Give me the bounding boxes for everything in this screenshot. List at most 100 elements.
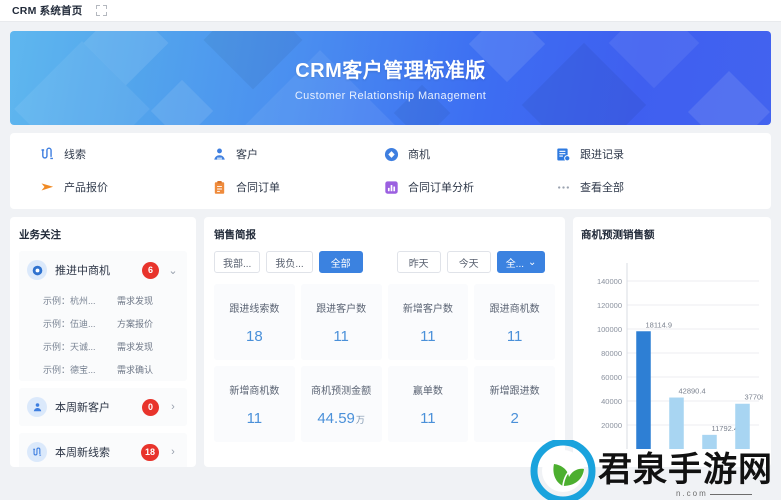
- stat-card-new-opportunities[interactable]: 新增商机数 11: [214, 366, 295, 442]
- nav-item-customer[interactable]: 客户: [188, 146, 360, 162]
- focus-group-name: 本周新线索: [55, 447, 110, 459]
- chevron-down-icon[interactable]: ⌄: [167, 264, 179, 277]
- list-item[interactable]: 示例：天诚... 需求发现: [27, 335, 179, 358]
- stat-card-value-wrap: 44.59万: [317, 410, 365, 427]
- stat-card-value: 11: [333, 327, 349, 345]
- stat-card-value: 11: [420, 409, 436, 427]
- stat-card-new-customers[interactable]: 新增客户数 11: [387, 284, 469, 360]
- forecast-chart-panel: 商机预测销售额 20000 40000 60000 80000 100000 120000…: [573, 217, 771, 467]
- list-item-name: 示例：杭州...: [43, 296, 96, 306]
- banner-container: CRM客户管理标准版 Customer Relationship Managem…: [0, 22, 781, 125]
- forecast-chart-title: 商机预测销售额: [581, 229, 655, 241]
- stat-card-label: 新增跟进数: [489, 385, 540, 397]
- crm-home-page: CRM 系统首页 CRM客户管理标准版 Customer Relationshi…: [0, 0, 781, 500]
- focus-group-header[interactable]: 推进中商机 6 ⌄: [19, 251, 187, 289]
- nav-item-opportunity[interactable]: 商机: [360, 146, 532, 162]
- nav-item-label: 合同订单: [236, 182, 280, 194]
- page-title: CRM 系统首页: [12, 5, 83, 17]
- stat-card-label: 跟进线索数: [229, 303, 280, 315]
- chart-bar[interactable]: [636, 331, 651, 449]
- opportunity-icon: [384, 147, 399, 162]
- stat-card-forecast-amount[interactable]: 商机预测金额 44.59万: [300, 366, 382, 442]
- focus-group-header[interactable]: 本周新客户 0 ›: [19, 388, 187, 426]
- nav-item-contract-order[interactable]: 合同订单: [188, 179, 360, 195]
- business-focus-panel: 业务关注 推进中商机 6 ⌄ 示例：杭州... 需求发现 示例：伍迪... 方案…: [10, 217, 196, 467]
- business-focus-title: 业务关注: [19, 229, 61, 241]
- y-axis-tick-label: 100000: [597, 325, 622, 334]
- stat-card-value: 18: [246, 327, 263, 345]
- nav-item-product-quote[interactable]: 产品报价: [16, 179, 188, 195]
- clue-round-icon: [27, 442, 47, 462]
- more-icon: [556, 180, 571, 195]
- stat-card-label: 新增客户数: [402, 303, 453, 315]
- stat-card-value: 2: [510, 409, 519, 427]
- y-axis-tick-label: 140000: [597, 277, 622, 286]
- focus-sub-list: 示例：杭州... 需求发现 示例：伍迪... 方案报价 示例：天诚... 需求发…: [19, 289, 187, 381]
- list-item[interactable]: 示例：伍迪... 方案报价: [27, 312, 179, 335]
- chart-bar-label: 11792.4: [712, 424, 739, 433]
- hero-banner: CRM客户管理标准版 Customer Relationship Managem…: [10, 31, 771, 125]
- focus-group-new-customers: 本周新客户 0 ›: [19, 388, 187, 426]
- top-bar: CRM 系统首页: [0, 0, 781, 22]
- y-axis-tick-label: 40000: [601, 397, 622, 406]
- chevron-down-icon: ⌄: [528, 256, 537, 268]
- stat-card-followup-customers[interactable]: 跟进客户数 11: [300, 284, 382, 360]
- chart-bar[interactable]: [669, 397, 684, 449]
- clue-icon: [40, 147, 55, 162]
- list-item-name: 示例：天诚...: [43, 342, 96, 352]
- filter-all-button[interactable]: 全部: [318, 251, 363, 273]
- contract-icon: [212, 180, 227, 195]
- stat-card-unit: 万: [355, 414, 365, 425]
- forecast-bar-chart: 20000 40000 60000 80000 100000 120000 140000 18…: [581, 251, 763, 467]
- contract-analysis-icon: [384, 180, 399, 195]
- nav-item-label: 商机: [408, 149, 430, 161]
- y-axis-tick-label: 80000: [601, 349, 622, 358]
- decor-diamond: [150, 79, 214, 125]
- chart-bar[interactable]: [702, 434, 717, 449]
- stat-card-label: 新增商机数: [229, 385, 280, 397]
- list-item-stage: 需求发现: [117, 296, 154, 306]
- nav-item-label: 客户: [236, 149, 258, 161]
- list-item-stage: 需求确认: [117, 365, 154, 375]
- filter-my-owned-button[interactable]: 我负...: [266, 251, 313, 273]
- stat-card-followup-clues[interactable]: 跟进线索数 18: [214, 284, 295, 360]
- nav-item-view-all[interactable]: 查看全部: [532, 179, 704, 195]
- stat-card-won-orders[interactable]: 赢单数 11: [387, 366, 469, 442]
- list-item-name: 示例：德宝...: [43, 365, 96, 375]
- sales-brief-panel: 销售简报 我部... 我负... 全部 昨天 今天 全... ⌄ 跟进线索数 1…: [204, 217, 565, 467]
- stat-card-followup-opportunities[interactable]: 跟进商机数 11: [474, 284, 555, 360]
- stat-card-label: 商机预测金额: [311, 385, 372, 397]
- y-axis-tick-label: 60000: [601, 373, 622, 382]
- status-badge: 18: [140, 443, 159, 461]
- filter-yesterday-button[interactable]: 昨天: [396, 251, 441, 273]
- chart-bar[interactable]: [735, 403, 750, 449]
- nav-item-contract-analysis[interactable]: 合同订单分析: [360, 179, 532, 195]
- quick-nav-card: 线索 客户 商机 跟进记录 产品报价 合同订单 合同订单分析 查看全部: [10, 133, 771, 209]
- list-item[interactable]: 示例：德宝... 需求确认: [27, 358, 179, 381]
- list-item-name: 示例：伍迪...: [43, 319, 96, 329]
- filter-my-dept-button[interactable]: 我部...: [214, 251, 261, 273]
- chevron-right-icon[interactable]: ›: [167, 446, 179, 458]
- decor-diamond: [687, 70, 771, 125]
- nav-item-followup-record[interactable]: 跟进记录: [532, 146, 704, 162]
- chart-bar-label: 42890.4: [679, 387, 706, 396]
- focus-group-name: 本周新客户: [55, 402, 110, 414]
- chevron-right-icon[interactable]: ›: [167, 401, 179, 413]
- list-item[interactable]: 示例：杭州... 需求发现: [27, 289, 179, 312]
- focus-group-header[interactable]: 本周新线索 18 ›: [19, 433, 187, 467]
- stat-card-label: 跟进客户数: [316, 303, 367, 315]
- dashboard-panels: 业务关注 推进中商机 6 ⌄ 示例：杭州... 需求发现 示例：伍迪... 方案…: [0, 209, 781, 467]
- nav-item-label: 跟进记录: [580, 149, 624, 161]
- stat-card-label: 赢单数: [412, 385, 443, 397]
- chart-canvas: 20000 40000 60000 80000 100000 120000 140000 18…: [597, 263, 763, 449]
- filter-today-button[interactable]: 今天: [446, 251, 491, 273]
- stat-card-value: 11: [506, 327, 523, 345]
- status-badge: 0: [142, 398, 159, 416]
- nav-item-clue[interactable]: 线索: [16, 146, 188, 162]
- expand-icon[interactable]: [96, 5, 108, 16]
- chart-bar-label: 18114.9: [646, 320, 673, 329]
- list-item-stage: 需求发现: [117, 342, 154, 352]
- stat-card-new-followups[interactable]: 新增跟进数 2: [474, 366, 555, 442]
- filter-range-dropdown[interactable]: 全... ⌄: [496, 251, 546, 273]
- quick-nav-row: 产品报价 合同订单 合同订单分析 查看全部: [10, 179, 771, 195]
